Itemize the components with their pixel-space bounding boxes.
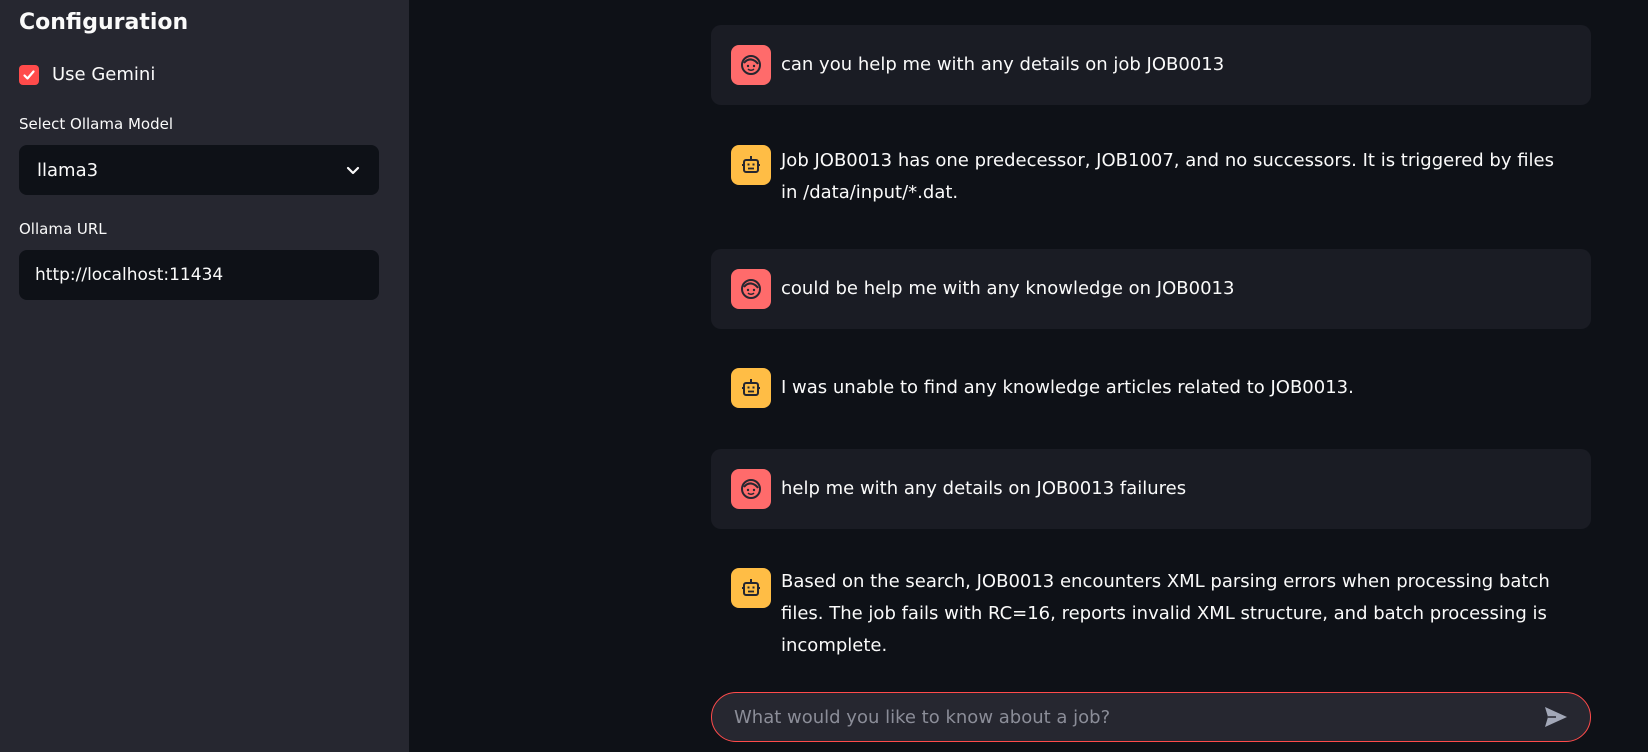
- chat-input[interactable]: [732, 705, 1542, 729]
- face-icon: [741, 479, 761, 499]
- message-text: Based on the search, JOB0013 encounters …: [781, 571, 1550, 656]
- model-select-value: llama3: [37, 159, 99, 181]
- chevron-down-icon: [346, 166, 360, 175]
- user-avatar: [731, 469, 771, 509]
- chat-message-assistant: Job JOB0013 has one predecessor, JOB1007…: [711, 128, 1591, 218]
- bot-avatar: [731, 568, 771, 608]
- face-icon: [741, 279, 761, 299]
- user-avatar: [731, 269, 771, 309]
- model-select-label: Select Ollama Model: [19, 115, 173, 133]
- message-text: I was unable to find any knowledge artic…: [781, 377, 1354, 398]
- check-icon: [23, 69, 35, 80]
- ollama-model-select[interactable]: llama3: [19, 145, 379, 195]
- robot-icon: [742, 379, 760, 396]
- message-text: help me with any details on JOB0013 fail…: [781, 478, 1187, 499]
- user-avatar: [731, 45, 771, 85]
- chat-message-user: help me with any details on JOB0013 fail…: [711, 449, 1591, 529]
- ollama-url-input[interactable]: http://localhost:11434: [19, 250, 379, 300]
- ollama-url-value: http://localhost:11434: [35, 265, 224, 285]
- message-text: Job JOB0013 has one predecessor, JOB1007…: [781, 150, 1555, 203]
- chat-message-user: could be help me with any knowledge on J…: [711, 249, 1591, 329]
- app-root: Configuration Use Gemini Select Ollama M…: [0, 0, 1648, 752]
- send-button[interactable]: [1542, 703, 1570, 731]
- face-icon: [741, 55, 761, 75]
- use-gemini-checkbox[interactable]: Use Gemini: [19, 64, 155, 85]
- chat-input-bar: [711, 692, 1591, 742]
- ollama-url-label: Ollama URL: [19, 220, 107, 238]
- message-text: can you help me with any details on job …: [781, 54, 1225, 75]
- chat-message-assistant: I was unable to find any knowledge artic…: [711, 350, 1591, 430]
- sidebar: Configuration Use Gemini Select Ollama M…: [0, 0, 409, 752]
- sidebar-title: Configuration: [19, 10, 189, 35]
- bot-avatar: [731, 368, 771, 408]
- checkbox-checked[interactable]: [19, 64, 39, 85]
- message-text: could be help me with any knowledge on J…: [781, 278, 1235, 299]
- bot-avatar: [731, 145, 771, 185]
- chat-message-user: can you help me with any details on job …: [711, 25, 1591, 105]
- robot-icon: [742, 156, 760, 173]
- robot-icon: [742, 579, 760, 596]
- chat-message-assistant: Based on the search, JOB0013 encounters …: [711, 566, 1591, 656]
- use-gemini-label: Use Gemini: [52, 64, 156, 85]
- send-icon: [1545, 707, 1567, 727]
